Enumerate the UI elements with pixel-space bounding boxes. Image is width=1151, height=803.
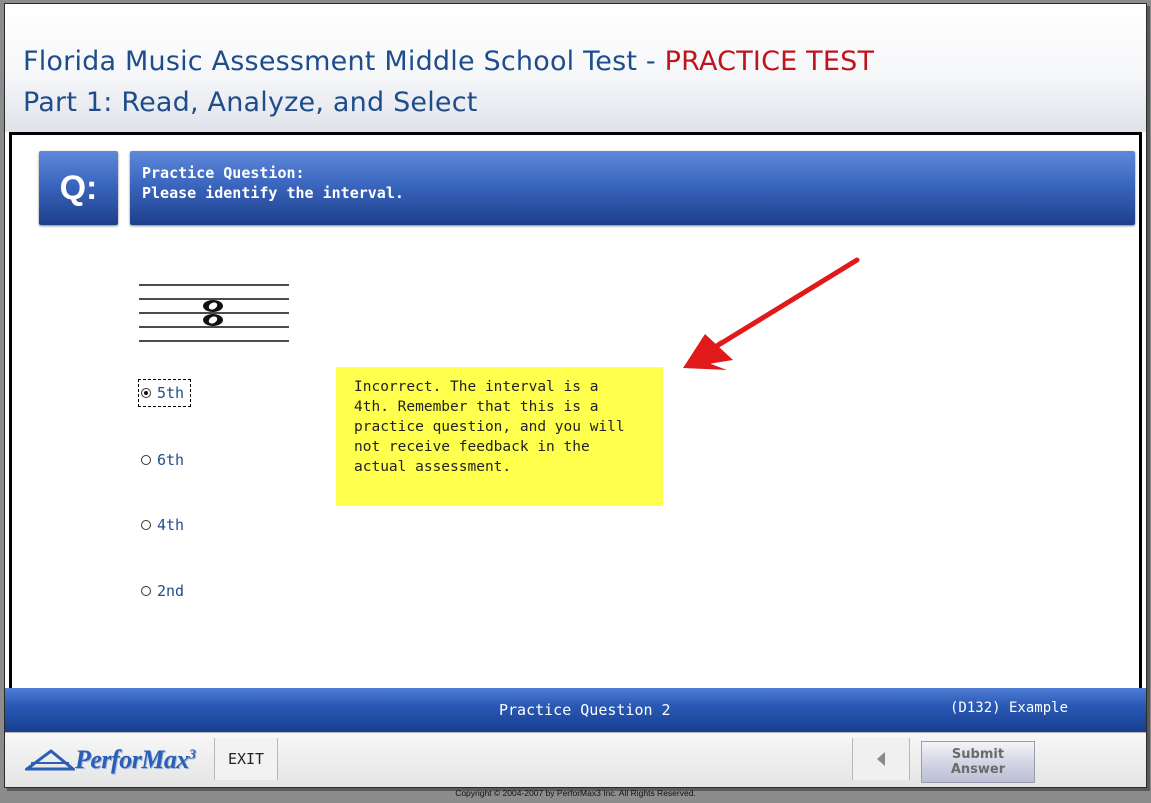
exit-button[interactable]: EXIT	[214, 738, 278, 780]
feedback-line: actual assessment.	[354, 459, 512, 475]
question-number: Practice Question 2	[499, 701, 671, 719]
music-staff-interval-icon	[139, 284, 289, 342]
page-title: Florida Music Assessment Middle School T…	[23, 46, 874, 77]
radio-button-icon[interactable]	[141, 455, 151, 465]
question-reference: (D132) Example	[950, 700, 1069, 716]
radio-button-icon[interactable]	[141, 520, 151, 530]
performax-logo: PerforMax3	[25, 741, 201, 779]
feedback-line: 4th. Remember that this is a	[354, 399, 599, 415]
question-heading: Practice Question:	[142, 164, 305, 182]
radio-button-icon[interactable]	[141, 586, 151, 596]
assessment-window: Florida Music Assessment Middle School T…	[4, 3, 1147, 788]
question-label-badge: Q:	[39, 151, 118, 225]
option-4th[interactable]: 4th	[141, 512, 184, 538]
option-6th[interactable]: 6th	[141, 447, 184, 473]
red-arrow-icon	[683, 257, 860, 370]
submit-label-line2: Answer	[950, 762, 1006, 777]
practice-test-label: PRACTICE TEST	[664, 46, 875, 77]
page-subtitle: Part 1: Read, Analyze, and Select	[23, 87, 478, 118]
option-label: 2nd	[157, 582, 185, 600]
radio-button-icon[interactable]	[141, 388, 151, 398]
feedback-box: Incorrect. The interval is a 4th. Rememb…	[336, 367, 663, 506]
whole-note-lower	[203, 314, 223, 326]
previous-button[interactable]	[852, 738, 910, 780]
question-prompt: Please identify the interval.	[142, 184, 404, 202]
left-triangle-icon	[877, 752, 885, 766]
feedback-line: practice question, and you will	[354, 419, 625, 435]
option-label: 4th	[157, 516, 185, 534]
whole-note-upper	[203, 300, 223, 312]
submit-label-line1: Submit	[951, 747, 1005, 762]
logo-mark-icon	[25, 749, 75, 771]
bottom-toolbar: PerforMax3 EXIT Submit Answer	[5, 732, 1146, 787]
status-bar: Practice Question 2 (D132) Example	[5, 688, 1146, 732]
copyright-notice: Copyright © 2004-2007 by PerforMax3 Inc.…	[455, 788, 696, 798]
feedback-line: Incorrect. The interval is a	[354, 379, 599, 395]
feedback-text: Incorrect. The interval is a 4th. Rememb…	[354, 377, 654, 477]
option-2nd[interactable]: 2nd	[141, 578, 184, 604]
submit-answer-button[interactable]: Submit Answer	[921, 741, 1035, 783]
header: Florida Music Assessment Middle School T…	[5, 4, 1146, 132]
option-label: 6th	[157, 451, 185, 469]
feedback-line: not receive feedback in the	[354, 439, 590, 455]
option-label: 5th	[157, 384, 185, 402]
option-5th[interactable]: 5th	[138, 379, 192, 407]
question-header-bar: Practice Question: Please identify the i…	[130, 151, 1135, 225]
title-text: Florida Music Assessment Middle School T…	[23, 46, 665, 77]
logo-superscript: 3	[188, 747, 196, 763]
logo-wordmark: PerforMax	[75, 745, 189, 774]
logo-text: PerforMax3	[75, 745, 196, 775]
